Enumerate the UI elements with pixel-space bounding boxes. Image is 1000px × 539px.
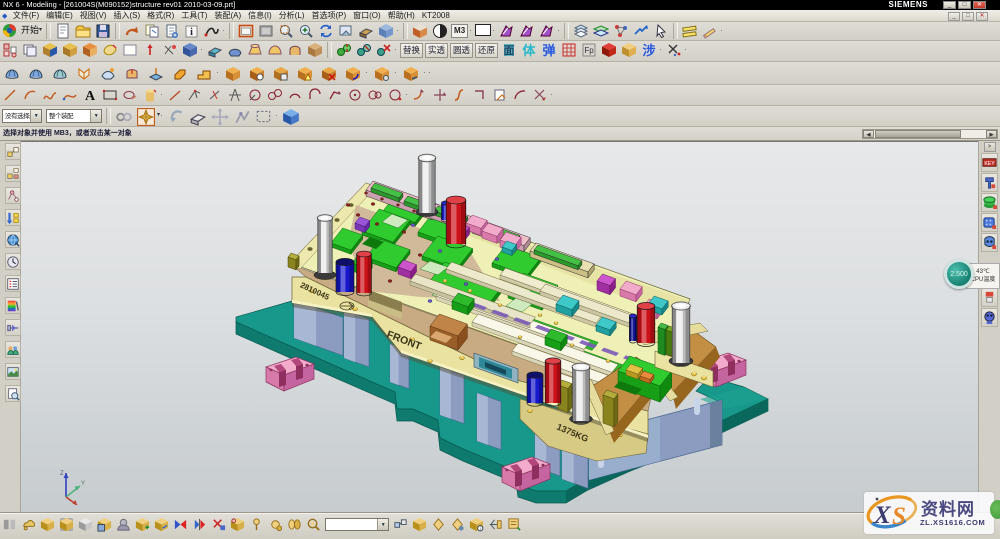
svg-text:Y: Y [81,481,85,487]
svg-text:弹: 弹 [543,43,556,58]
svg-text:S: S [892,503,906,530]
svg-text:A: A [85,89,96,103]
svg-text:i: i [480,526,481,531]
svg-text:体: 体 [523,43,537,58]
svg-text:i: i [190,27,193,38]
svg-text:Fp: Fp [584,46,594,55]
svg-text:涉: 涉 [643,43,656,58]
svg-text:X: X [873,502,892,529]
svg-text:面: 面 [504,44,515,57]
svg-text:Z: Z [60,471,64,477]
svg-text:KEY: KEY [984,161,995,167]
